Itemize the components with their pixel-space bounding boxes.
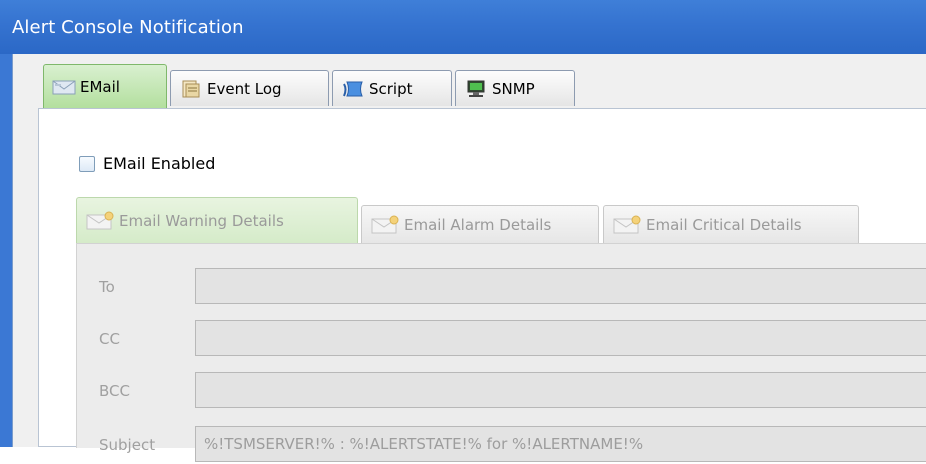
- tab-email-label: EMail: [80, 77, 120, 96]
- tab-email-critical-details-label: Email Critical Details: [646, 215, 802, 234]
- tab-email-alarm-details[interactable]: Email Alarm Details: [361, 205, 599, 243]
- envelope-icon: [85, 211, 115, 231]
- script-icon: [341, 80, 365, 98]
- bcc-field-row: BCC: [77, 372, 926, 410]
- bcc-label: BCC: [99, 382, 130, 400]
- subject-label: Subject: [99, 436, 156, 454]
- window-frame-left: [0, 54, 13, 447]
- tab-event-log-label: Event Log: [207, 79, 282, 98]
- tab-script-label: Script: [369, 79, 413, 98]
- tab-email-warning-details-label: Email Warning Details: [119, 211, 284, 230]
- tab-email-alarm-details-label: Email Alarm Details: [404, 215, 552, 234]
- event-log-icon: [179, 80, 203, 98]
- tab-script[interactable]: Script: [332, 70, 452, 106]
- subject-field[interactable]: %!TSMSERVER!% : %!ALERTSTATE!% for %!ALE…: [195, 426, 926, 462]
- email-warning-details-panel: To CC BCC Subject %!TSMSERVER!% : %!ALER…: [76, 243, 926, 462]
- snmp-icon: [464, 80, 488, 98]
- tab-event-log[interactable]: Event Log: [170, 70, 329, 106]
- cc-field-row: CC: [77, 320, 926, 358]
- email-enabled-row[interactable]: EMail Enabled: [79, 154, 215, 173]
- notification-tabstrip: EMail Event Log Script SNMP: [13, 54, 926, 110]
- cc-label: CC: [99, 330, 120, 348]
- tab-email-critical-details[interactable]: Email Critical Details: [603, 205, 859, 243]
- email-details-tabstrip: Email Warning Details Email Alarm Detail…: [76, 197, 926, 243]
- tab-snmp-label: SNMP: [492, 79, 535, 98]
- tab-email[interactable]: EMail: [43, 64, 167, 108]
- window-title: Alert Console Notification: [12, 17, 244, 38]
- tab-email-warning-details[interactable]: Email Warning Details: [76, 197, 358, 243]
- email-enabled-checkbox[interactable]: [79, 155, 95, 172]
- to-field[interactable]: [195, 268, 926, 304]
- alert-console-window: Alert Console Notification EMail Event L…: [0, 0, 926, 462]
- email-enabled-label: EMail Enabled: [103, 154, 216, 173]
- to-field-row: To: [77, 268, 926, 306]
- envelope-icon: [370, 215, 400, 235]
- tab-snmp[interactable]: SNMP: [455, 70, 575, 106]
- subject-field-row: Subject %!TSMSERVER!% : %!ALERTSTATE!% f…: [77, 426, 926, 464]
- cc-field[interactable]: [195, 320, 926, 356]
- email-icon: [52, 78, 76, 96]
- bcc-field[interactable]: [195, 372, 926, 408]
- envelope-icon: [612, 215, 642, 235]
- email-tab-panel: EMail Enabled Email Warning Details Emai…: [38, 108, 926, 462]
- title-bar[interactable]: Alert Console Notification: [0, 0, 926, 55]
- to-label: To: [99, 278, 115, 296]
